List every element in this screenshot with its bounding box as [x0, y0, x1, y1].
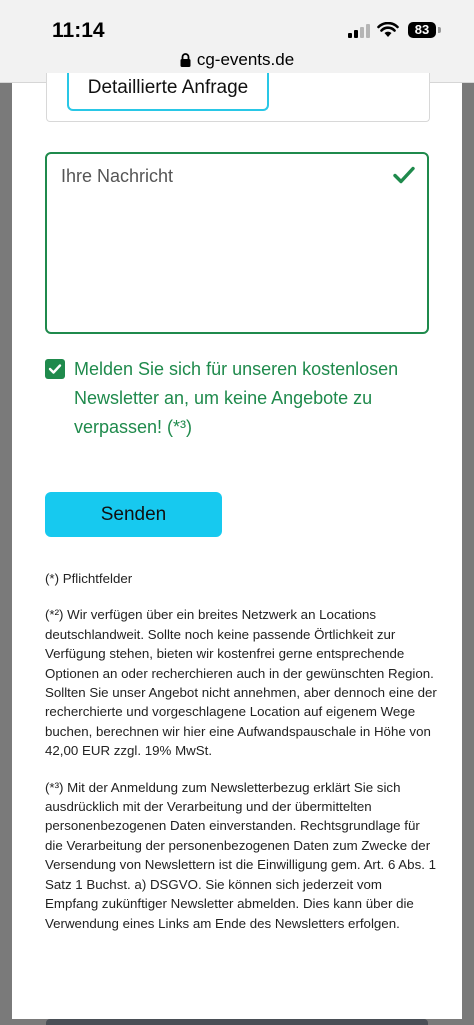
footnotes: (*) Pflichtfelder (*²) Wir verfügen über…: [45, 569, 437, 950]
checkmark-icon: [393, 166, 415, 184]
newsletter-label[interactable]: Melden Sie sich für unseren kostenlosen …: [74, 355, 434, 442]
request-type-card: Detaillierte Anfrage: [46, 73, 430, 122]
url-text: cg-events.de: [196, 50, 295, 69]
page-content: Detaillierte Anfrage Ihre Nachricht Meld…: [12, 73, 462, 955]
message-textarea[interactable]: Ihre Nachricht: [45, 152, 429, 334]
checkbox-check-icon: [48, 364, 62, 374]
wifi-icon: [377, 22, 399, 37]
lock-icon: [180, 53, 191, 67]
battery-indicator: 83: [408, 22, 436, 38]
detailed-request-button[interactable]: Detaillierte Anfrage: [67, 73, 269, 111]
battery-tip: [438, 27, 441, 33]
next-section-edge: [46, 1019, 428, 1025]
newsletter-checkbox[interactable]: [45, 359, 65, 379]
address-bar[interactable]: cg-events.de: [0, 50, 474, 70]
status-bar: 11:14 83 cg-events.de: [0, 0, 474, 83]
newsletter-consent-note: (*³) Mit der Anmeldung zum Newsletterbez…: [45, 779, 436, 931]
cellular-signal-icon: [348, 24, 370, 38]
required-fields-note: (*) Pflichtfelder: [45, 571, 133, 586]
clock: 11:14: [52, 19, 105, 42]
message-placeholder: Ihre Nachricht: [61, 166, 174, 186]
submit-button[interactable]: Senden: [45, 492, 222, 537]
locations-note: (*²) Wir verfügen über ein breites Netzw…: [45, 607, 437, 759]
content-bottom: [12, 955, 462, 1019]
